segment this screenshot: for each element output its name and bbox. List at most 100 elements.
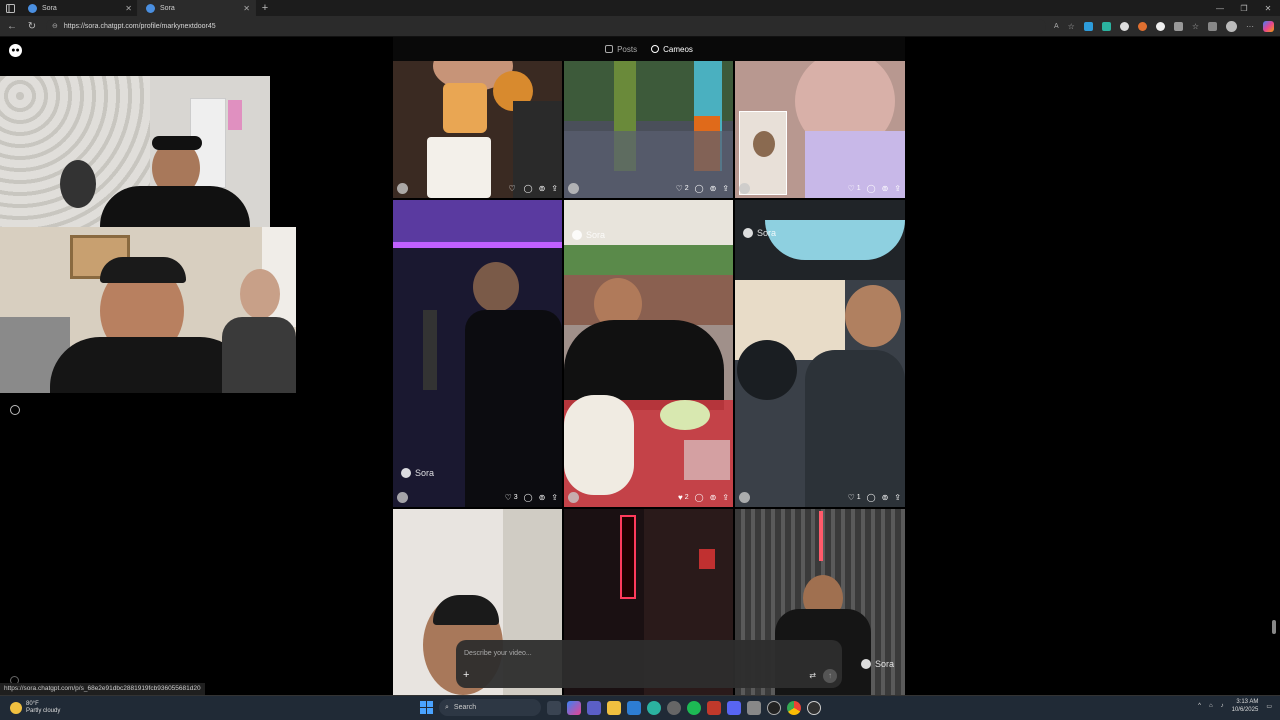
extension-icon[interactable] — [1101, 21, 1111, 31]
share-icon[interactable]: ⇪ — [894, 493, 901, 502]
heart-icon[interactable]: ♡ — [848, 493, 855, 502]
extension-translate-icon[interactable] — [1083, 21, 1093, 31]
close-tab-icon[interactable]: ✕ — [243, 4, 250, 13]
network-icon[interactable]: ⌂ — [1209, 703, 1213, 709]
heart-icon[interactable]: ♡ — [676, 184, 683, 193]
obs-icon[interactable] — [807, 700, 821, 715]
remix-icon[interactable]: ⊚ — [882, 493, 889, 502]
weather-widget[interactable]: 80°F Partly cloudy — [0, 701, 140, 715]
heart-icon[interactable]: ♡ — [508, 184, 515, 193]
tab-actions-icon[interactable] — [0, 0, 20, 16]
add-media-button[interactable]: + — [463, 669, 469, 681]
browser-tab-2[interactable]: Sora ✕ — [138, 0, 256, 16]
prompt-input[interactable]: Describe your video... — [464, 650, 532, 657]
video-tile[interactable]: ♡ 1 ◯ ⊚ ⇪ — [735, 61, 905, 198]
heart-icon[interactable]: ♡ — [848, 184, 855, 193]
store-icon[interactable] — [627, 700, 641, 715]
profile-avatar[interactable] — [1226, 20, 1237, 32]
comment-icon[interactable]: ◯ — [695, 184, 704, 193]
video-tile[interactable]: Sora ♥ 2 ◯ ⊚ ⇪ — [564, 200, 733, 507]
video-tile[interactable]: ♡ ◯ ⊚ ⇪ — [393, 61, 562, 198]
taskbar-search[interactable]: ⌕ Search — [439, 699, 541, 716]
sora-logo-icon[interactable]: ●● — [9, 44, 22, 57]
share-icon[interactable]: ⇪ — [894, 184, 901, 193]
avatar[interactable] — [568, 491, 579, 503]
share-icon[interactable]: ⇪ — [722, 493, 729, 502]
webcam-overlay-top — [0, 76, 270, 227]
like-count: 2 — [684, 493, 689, 501]
media-player-icon[interactable] — [767, 700, 781, 715]
remix-icon[interactable]: ⊚ — [539, 493, 546, 502]
show-hidden-icons[interactable]: ^ — [1198, 703, 1201, 709]
avatar[interactable] — [397, 491, 408, 503]
back-icon[interactable]: ← — [6, 21, 18, 32]
search-icon: ⌕ — [445, 703, 449, 711]
remix-icon[interactable]: ⊚ — [539, 184, 546, 193]
minimize-icon[interactable]: — — [1208, 0, 1232, 16]
edge-icon[interactable] — [647, 700, 661, 715]
search-placeholder: Search — [453, 704, 477, 711]
settings-app-icon[interactable] — [667, 700, 681, 715]
teams-icon[interactable] — [587, 700, 601, 715]
heart-filled-icon[interactable]: ♥ — [678, 493, 683, 502]
profile-icon[interactable] — [10, 405, 20, 415]
app-icon[interactable] — [747, 700, 761, 715]
avatar[interactable] — [397, 182, 408, 194]
send-button[interactable]: ↑ — [823, 669, 837, 683]
file-explorer-icon[interactable] — [607, 700, 621, 715]
spotify-icon[interactable] — [687, 700, 701, 715]
video-tile[interactable]: Sora ♡ 1 ◯ ⊚ ⇪ — [735, 200, 905, 507]
tab-posts[interactable]: Posts — [605, 45, 637, 54]
site-info-icon[interactable]: ⊖ — [52, 22, 58, 30]
avatar[interactable] — [568, 182, 579, 194]
close-tab-icon[interactable]: ✕ — [125, 4, 132, 13]
comment-icon[interactable]: ◯ — [695, 493, 704, 502]
remix-icon[interactable]: ⊚ — [882, 184, 889, 193]
refresh-icon[interactable]: ↻ — [26, 21, 38, 32]
app-icon[interactable] — [707, 700, 721, 715]
volume-icon[interactable]: ♪ — [1221, 703, 1224, 709]
copilot-icon[interactable] — [1263, 20, 1274, 32]
read-aloud-icon[interactable]: A — [1054, 23, 1059, 30]
settings-sliders-icon[interactable]: ⇄ — [809, 671, 816, 680]
video-tile[interactable]: Sora ♡ 3 ◯ ⊚ ⇪ — [393, 200, 562, 507]
extension-icon[interactable] — [1155, 21, 1165, 31]
url-field[interactable]: ⊖ https://sora.chatgpt.com/profile/marky… — [46, 18, 1046, 34]
new-tab-button[interactable]: + — [256, 0, 274, 16]
share-icon[interactable]: ⇪ — [722, 184, 729, 193]
task-view-icon[interactable] — [547, 700, 561, 715]
notifications-icon[interactable]: ▭ — [1266, 703, 1272, 710]
comment-icon[interactable]: ◯ — [524, 184, 533, 193]
close-window-icon[interactable]: ✕ — [1256, 0, 1280, 16]
start-button[interactable] — [420, 701, 433, 714]
collections-icon[interactable] — [1208, 21, 1217, 31]
more-menu-icon[interactable]: ··· — [1246, 22, 1254, 31]
restore-icon[interactable]: ❐ — [1232, 0, 1256, 16]
favorite-star-icon[interactable]: ☆ — [1068, 22, 1075, 31]
extension-icon[interactable] — [1119, 21, 1129, 31]
remix-icon[interactable]: ⊚ — [710, 493, 717, 502]
comment-icon[interactable]: ◯ — [524, 493, 533, 502]
copilot-app-icon[interactable] — [567, 700, 581, 715]
favorites-icon[interactable]: ☆ — [1192, 22, 1199, 31]
prompt-composer: Describe your video... + ⇄ ↑ — [456, 640, 842, 688]
avatar[interactable] — [739, 182, 750, 194]
comment-icon[interactable]: ◯ — [867, 493, 876, 502]
clock[interactable]: 3:13 AM 10/6/2025 — [1232, 698, 1259, 714]
chrome-icon[interactable] — [787, 700, 801, 715]
share-icon[interactable]: ⇪ — [551, 493, 558, 502]
comment-icon[interactable]: ◯ — [867, 184, 876, 193]
avatar[interactable] — [739, 491, 750, 503]
extension-icon[interactable] — [1137, 21, 1147, 31]
webcam-overlay-bottom — [0, 227, 296, 393]
share-icon[interactable]: ⇪ — [551, 184, 558, 193]
remix-icon[interactable]: ⊚ — [710, 184, 717, 193]
browser-tab-1[interactable]: Sora ✕ — [20, 0, 138, 16]
partly-cloudy-icon — [10, 702, 22, 714]
heart-icon[interactable]: ♡ — [505, 493, 512, 502]
tab-cameos[interactable]: Cameos — [651, 45, 693, 54]
video-tile[interactable]: ♡ 2 ◯ ⊚ ⇪ — [564, 61, 733, 198]
extensions-puzzle-icon[interactable] — [1173, 21, 1183, 31]
scrollbar-thumb[interactable] — [1272, 620, 1276, 634]
discord-icon[interactable] — [727, 700, 741, 715]
